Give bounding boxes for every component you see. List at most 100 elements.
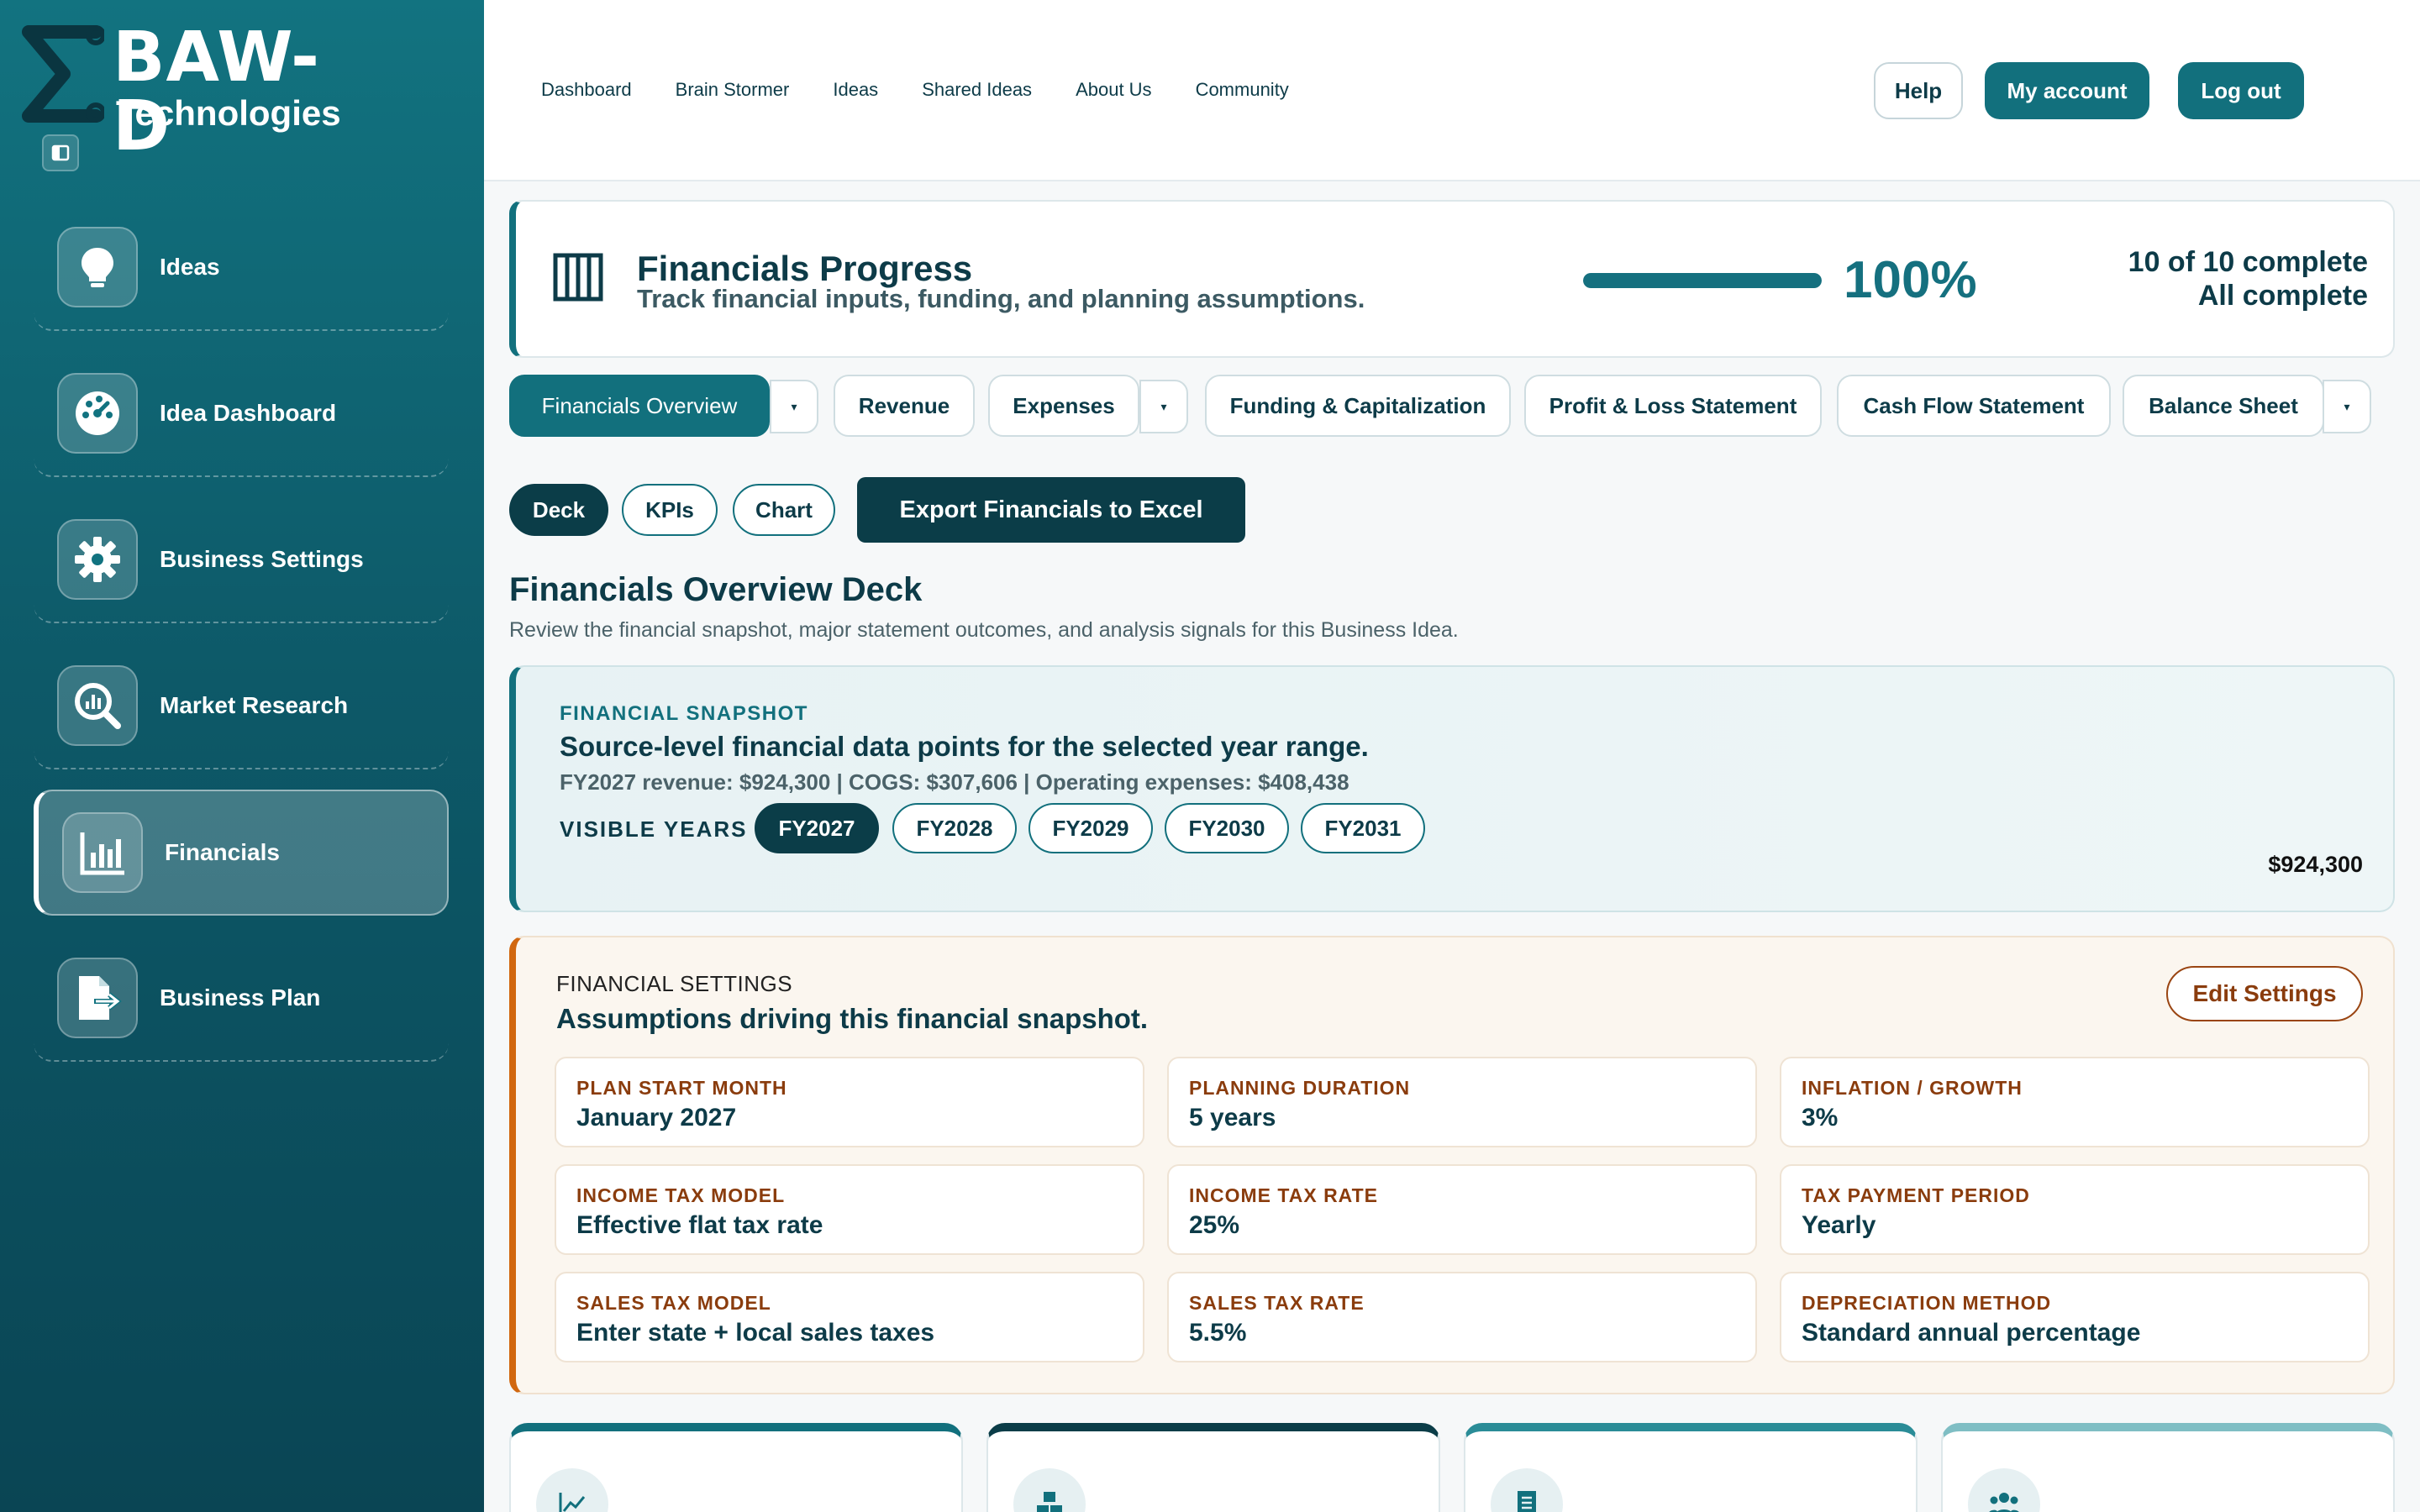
sidebar-item-idea-dashboard[interactable]: Idea Dashboard (34, 351, 449, 477)
progress-bar (1583, 273, 1822, 288)
subtab-kpis[interactable]: KPIs (622, 484, 718, 536)
setting-sales-tax-model: SALES TAX MODEL Enter state + local sales… (555, 1272, 1144, 1362)
financials-progress-card: Financials Progress Track financial inpu… (509, 200, 2395, 358)
setting-value: 5 years (1189, 1104, 1276, 1131)
sigma-logo-icon (22, 25, 104, 123)
top-bar: Dashboard Brain Stormer Ideas Shared Ide… (484, 0, 2420, 181)
setting-label: SALES TAX MODEL (576, 1292, 771, 1314)
year-pill-fy2031[interactable]: FY2031 (1301, 803, 1425, 853)
nav-link-community[interactable]: Community (1196, 79, 1289, 101)
setting-depreciation-method: DEPRECIATION METHOD Standard annual perce… (1780, 1272, 2370, 1362)
tab-expenses-dropdown[interactable]: ▾ (1139, 380, 1188, 433)
chevron-down-icon: ▾ (1160, 399, 1167, 413)
bar-chart-icon (62, 812, 143, 893)
chevron-down-icon: ▾ (2344, 399, 2350, 413)
snapshot-summary: FY2027 revenue: $924,300 | COGS: $307,60… (560, 769, 1349, 795)
nav-link-about-us[interactable]: About Us (1076, 79, 1152, 101)
tab-balance-sheet-dropdown[interactable]: ▾ (2323, 380, 2371, 433)
nav-link-dashboard[interactable]: Dashboard (541, 79, 632, 101)
year-pill-fy2030[interactable]: FY2030 (1165, 803, 1289, 853)
settings-kicker: FINANCIAL SETTINGS (556, 971, 793, 996)
people-icon (1968, 1468, 2040, 1512)
tab-balance-sheet[interactable]: Balance Sheet (2123, 375, 2324, 437)
kpi-card[interactable] (986, 1423, 1440, 1512)
setting-label: PLANNING DURATION (1189, 1077, 1411, 1099)
setting-planning-duration: PLANNING DURATION 5 years (1167, 1057, 1757, 1147)
progress-count: 10 of 10 complete All complete (2128, 245, 2368, 312)
tab-financials-overview-dropdown[interactable]: ▾ (770, 380, 818, 433)
setting-sales-tax-rate: SALES TAX RATE 5.5% (1167, 1272, 1757, 1362)
kpi-card[interactable] (1464, 1423, 1918, 1512)
setting-value: 25% (1189, 1211, 1240, 1239)
sidebar-item-business-plan[interactable]: Business Plan (34, 936, 449, 1062)
chevron-down-icon: ▾ (791, 399, 797, 413)
setting-label: INCOME TAX RATE (1189, 1184, 1378, 1206)
progress-status: All complete (2197, 280, 2368, 312)
financials-tabs: Financials Overview ▾ Revenue Expenses ▾… (509, 375, 2400, 438)
tab-revenue[interactable]: Revenue (834, 375, 975, 437)
tab-profit-loss-statement[interactable]: Profit & Loss Statement (1524, 375, 1822, 437)
setting-income-tax-rate: INCOME TAX RATE 25% (1167, 1164, 1757, 1255)
export-to-excel-button[interactable]: Export Financials to Excel (857, 477, 1245, 543)
setting-label: INCOME TAX MODEL (576, 1184, 786, 1206)
progress-bar-fill (1583, 273, 1822, 288)
year-pill-fy2027[interactable]: FY2027 (755, 803, 879, 853)
tab-financials-overview[interactable]: Financials Overview (509, 375, 770, 437)
subtab-deck[interactable]: Deck (509, 484, 608, 536)
snapshot-value: $924,300 (2268, 852, 2363, 877)
log-out-button[interactable]: Log out (2178, 62, 2304, 119)
receipt-icon (1491, 1468, 1563, 1512)
boxes-icon (1013, 1468, 1086, 1512)
tab-funding-capitalization[interactable]: Funding & Capitalization (1205, 375, 1511, 437)
kpi-card[interactable] (509, 1423, 963, 1512)
sidebar: BAW-D Technologies Ideas Idea Dashboard … (0, 0, 484, 1512)
sidebar-item-label: Financials (165, 839, 280, 865)
setting-inflation-growth: INFLATION / GROWTH 3% (1780, 1057, 2370, 1147)
edit-settings-button[interactable]: Edit Settings (2166, 966, 2363, 1021)
snapshot-kicker: FINANCIAL SNAPSHOT (560, 702, 808, 725)
magnifier-chart-icon (57, 665, 138, 746)
year-pill-fy2028[interactable]: FY2028 (892, 803, 1017, 853)
setting-income-tax-model: INCOME TAX MODEL Effective flat tax rate (555, 1164, 1144, 1255)
sidebar-item-financials[interactable]: Financials (34, 790, 449, 916)
setting-value: Yearly (1802, 1211, 1876, 1239)
tab-expenses[interactable]: Expenses (988, 375, 1139, 437)
nav-link-brain-stormer[interactable]: Brain Stormer (676, 79, 790, 101)
kpi-card[interactable] (1941, 1423, 2395, 1512)
nav-link-shared-ideas[interactable]: Shared Ideas (922, 79, 1032, 101)
top-nav: Dashboard Brain Stormer Ideas Shared Ide… (541, 79, 1289, 101)
help-button[interactable]: Help (1874, 62, 1963, 119)
setting-value: Standard annual percentage (1802, 1319, 2141, 1347)
sidebar-item-label: Market Research (160, 692, 349, 718)
sidebar-item-label: Business Plan (160, 984, 321, 1011)
my-account-button[interactable]: My account (1985, 62, 2149, 119)
sidebar-collapse-button[interactable] (42, 134, 79, 171)
trend-line-icon (536, 1468, 608, 1512)
financial-settings-card: FINANCIAL SETTINGS Assumptions driving t… (509, 936, 2395, 1394)
tab-cash-flow-statement[interactable]: Cash Flow Statement (1837, 375, 2111, 437)
columns-icon (553, 253, 603, 302)
sidebar-item-market-research[interactable]: Market Research (34, 643, 449, 769)
year-pill-fy2029[interactable]: FY2029 (1028, 803, 1153, 853)
brand-logo[interactable]: BAW-D Technologies (22, 22, 341, 161)
snapshot-title: Source-level financial data points for t… (560, 731, 1369, 762)
setting-label: SALES TAX RATE (1189, 1292, 1365, 1314)
setting-label: DEPRECIATION METHOD (1802, 1292, 2052, 1314)
document-export-icon (57, 958, 138, 1038)
setting-value: Enter state + local sales taxes (576, 1319, 935, 1347)
setting-value: January 2027 (576, 1104, 737, 1131)
deck-subtitle: Review the financial snapshot, major sta… (509, 618, 1459, 642)
nav-link-ideas[interactable]: Ideas (833, 79, 878, 101)
setting-tax-payment-period: TAX PAYMENT PERIOD Yearly (1780, 1164, 2370, 1255)
sidebar-item-label: Idea Dashboard (160, 400, 337, 426)
setting-value: 5.5% (1189, 1319, 1247, 1347)
settings-title: Assumptions driving this financial snaps… (556, 1003, 1149, 1034)
subtab-chart[interactable]: Chart (733, 484, 835, 536)
setting-label: PLAN START MONTH (576, 1077, 787, 1099)
deck-title: Financials Overview Deck (509, 571, 923, 608)
gear-icon (57, 519, 138, 600)
setting-label: INFLATION / GROWTH (1802, 1077, 2023, 1099)
visible-years-label: VISIBLE YEARS (560, 816, 748, 842)
sidebar-item-business-settings[interactable]: Business Settings (34, 497, 449, 623)
sidebar-item-ideas[interactable]: Ideas (34, 205, 449, 331)
